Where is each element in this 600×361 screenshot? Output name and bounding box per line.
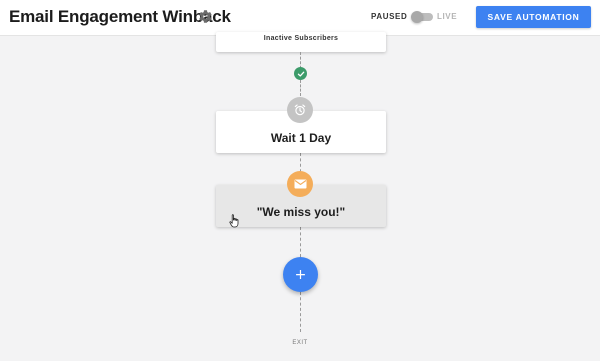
wait-step-label: Wait 1 Day (270, 131, 332, 145)
alarm-clock-icon (287, 97, 313, 123)
gear-icon[interactable] (198, 9, 213, 24)
add-step-button[interactable]: + (283, 257, 318, 292)
plus-icon: + (294, 266, 307, 283)
connector-line (300, 80, 301, 96)
check-icon (294, 67, 307, 80)
exit-label: EXIT (292, 340, 308, 346)
live-toggle-switch[interactable] (411, 11, 433, 23)
trigger-card-label: Inactive Subscribers (263, 35, 339, 42)
toggle-knob (411, 11, 423, 23)
connector-line (300, 227, 301, 257)
trigger-card[interactable]: Inactive Subscribers (216, 32, 386, 52)
hand-pointer-icon (229, 214, 239, 228)
save-automation-button[interactable]: SAVE AUTOMATION (476, 6, 591, 28)
connector-line (300, 292, 301, 332)
live-label: LIVE (437, 12, 458, 21)
envelope-icon (287, 171, 313, 197)
app-header: Email Engagement Winback PAUSED LIVE SAV… (0, 0, 600, 36)
paused-label: PAUSED (371, 12, 408, 21)
email-step-label: "We miss you!" (256, 205, 346, 219)
